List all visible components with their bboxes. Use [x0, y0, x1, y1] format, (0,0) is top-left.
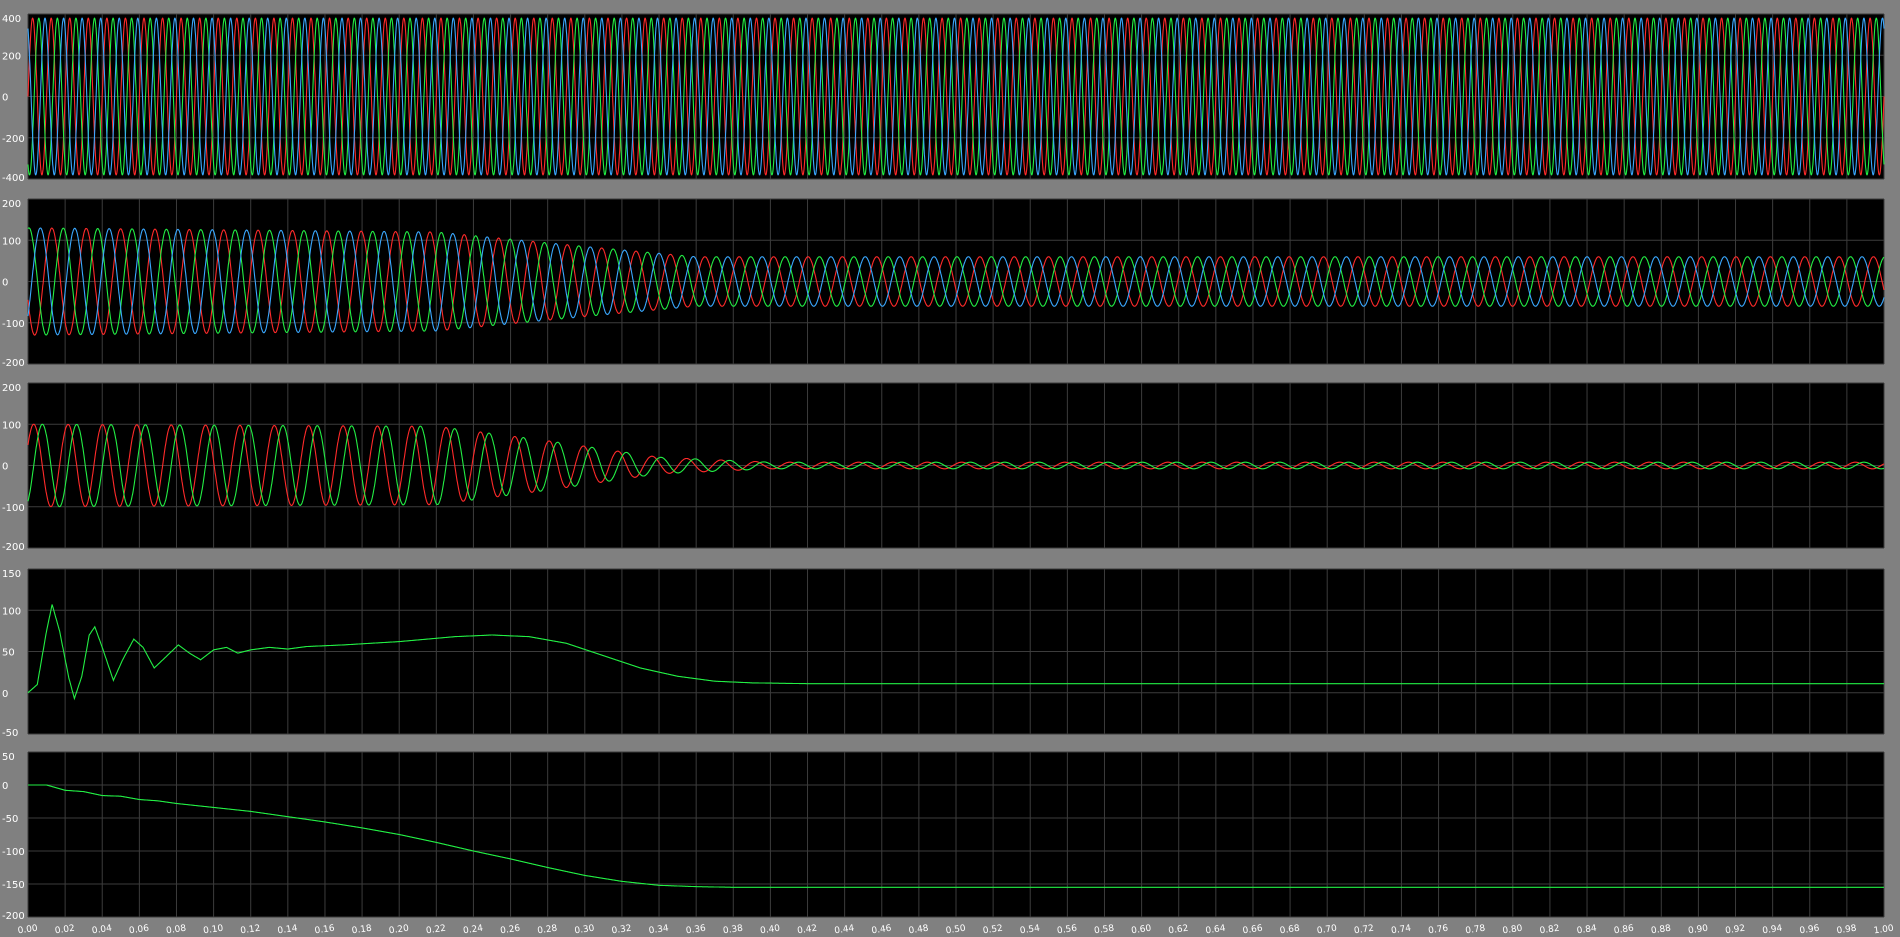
- x-tick-label: 0.04: [91, 924, 113, 937]
- y-tick-label: 0: [2, 93, 8, 104]
- y-tick-label: 100: [2, 420, 21, 431]
- y-tick-label: -50: [2, 814, 18, 825]
- scope-panel-4: 150 100 50 0 -50: [2, 568, 1885, 739]
- x-tick-label: 0.42: [797, 924, 818, 937]
- x-tick-label: 0.46: [871, 924, 893, 937]
- x-tick-label: 0.12: [240, 924, 261, 937]
- x-tick-label: 0.20: [388, 924, 410, 937]
- x-tick-label: 0.92: [1725, 924, 1746, 937]
- y-tick-label: -100: [2, 847, 25, 858]
- x-tick-label: 0.62: [1168, 924, 1189, 937]
- x-tick-label: 0.26: [500, 924, 522, 937]
- x-tick-label: 0.98: [1836, 924, 1858, 937]
- x-tick-label: 0.32: [611, 924, 632, 937]
- x-tick-label: 0.58: [1094, 924, 1116, 937]
- x-tick-label: 0.80: [1502, 924, 1524, 937]
- y-tick-label: 100: [2, 236, 21, 247]
- y-tick-label: -200: [2, 134, 25, 145]
- scope-panel-1: 400 200 0 -200 -400: [2, 13, 1885, 184]
- x-tick-label: 0.96: [1799, 924, 1821, 937]
- x-tick-label: 0.30: [574, 924, 596, 937]
- x-tick-label: 0.22: [425, 924, 446, 937]
- x-tick-label: 0.76: [1428, 924, 1450, 937]
- x-tick-label: 0.56: [1056, 924, 1078, 937]
- y-tick-label: 50: [2, 752, 15, 763]
- x-tick-label: 0.08: [166, 924, 188, 937]
- y-tick-label: -200: [2, 542, 25, 553]
- y-tick-label: -100: [2, 503, 25, 514]
- x-tick-label: 0.14: [277, 924, 299, 937]
- x-tick-label: 0.74: [1391, 924, 1413, 937]
- x-tick-label: 0.54: [1019, 924, 1041, 937]
- y-tick-label: 200: [2, 199, 21, 210]
- x-tick-label: 0.86: [1613, 924, 1635, 937]
- x-tick-label: 0.64: [1205, 924, 1227, 937]
- x-tick-label: 0.44: [834, 924, 856, 937]
- y-tick-label: 150: [2, 569, 21, 580]
- x-tick-label: 0.50: [945, 924, 967, 937]
- y-tick-label: -150: [2, 880, 25, 891]
- x-tick-label: 0.82: [1539, 924, 1560, 937]
- x-tick-label: 0.28: [537, 924, 559, 937]
- x-tick-label: 0.72: [1353, 924, 1374, 937]
- x-tick-label: 0.48: [908, 924, 930, 937]
- x-axis-ticks: 0.00 0.02 0.04 0.06 0.08 0.10 0.12 0.14 0.16 0.18…: [17, 924, 1895, 937]
- x-tick-label: 0.40: [759, 924, 781, 937]
- x-tick-label: 0.38: [722, 924, 744, 937]
- scope-panel-5: 50 0 -50 -100 -150 -200: [2, 751, 1885, 922]
- y-tick-label: 0: [2, 278, 8, 289]
- x-tick-label: 0.84: [1576, 924, 1598, 937]
- x-tick-label: 0.02: [54, 924, 75, 937]
- x-tick-label: 0.16: [314, 924, 336, 937]
- x-tick-label: 0.60: [1131, 924, 1153, 937]
- x-tick-label: 0.18: [351, 924, 373, 937]
- y-tick-label: -200: [2, 358, 25, 369]
- x-tick-label: 0.00: [17, 924, 39, 937]
- y-tick-label: 0: [2, 689, 8, 700]
- x-tick-label: 0.52: [982, 924, 1003, 937]
- x-tick-label: 0.66: [1242, 924, 1264, 937]
- scope-panel-3: 200 100 0 -100 -200: [2, 382, 1885, 553]
- x-tick-label: 1.00: [1873, 924, 1895, 937]
- y-tick-label: 100: [2, 606, 21, 617]
- x-tick-label: 0.90: [1687, 924, 1709, 937]
- x-tick-label: 0.24: [463, 924, 485, 937]
- y-tick-label: 400: [2, 14, 21, 25]
- x-tick-label: 0.78: [1465, 924, 1487, 937]
- x-tick-label: 0.34: [648, 924, 670, 937]
- x-tick-label: 0.88: [1650, 924, 1672, 937]
- y-tick-label: 200: [2, 51, 21, 62]
- x-tick-label: 0.36: [685, 924, 707, 937]
- x-tick-label: 0.06: [128, 924, 150, 937]
- x-tick-label: 0.10: [203, 924, 225, 937]
- x-tick-label: 0.70: [1316, 924, 1338, 937]
- y-tick-label: -200: [2, 911, 25, 922]
- x-tick-label: 0.94: [1762, 924, 1784, 937]
- y-tick-label: 0: [2, 781, 8, 792]
- y-tick-label: -50: [2, 728, 18, 739]
- y-tick-label: -400: [2, 173, 25, 184]
- y-tick-label: 50: [2, 648, 15, 659]
- y-tick-label: 0: [2, 462, 8, 473]
- y-tick-label: 200: [2, 383, 21, 394]
- y-tick-label: -100: [2, 319, 25, 330]
- x-tick-label: 0.68: [1279, 924, 1301, 937]
- scope-figure: 400 200 0 -200 -400 200 100 0 -100 -200 200 100 0 -10…: [2, 13, 1895, 937]
- scope-panel-2: 200 100 0 -100 -200: [2, 198, 1885, 369]
